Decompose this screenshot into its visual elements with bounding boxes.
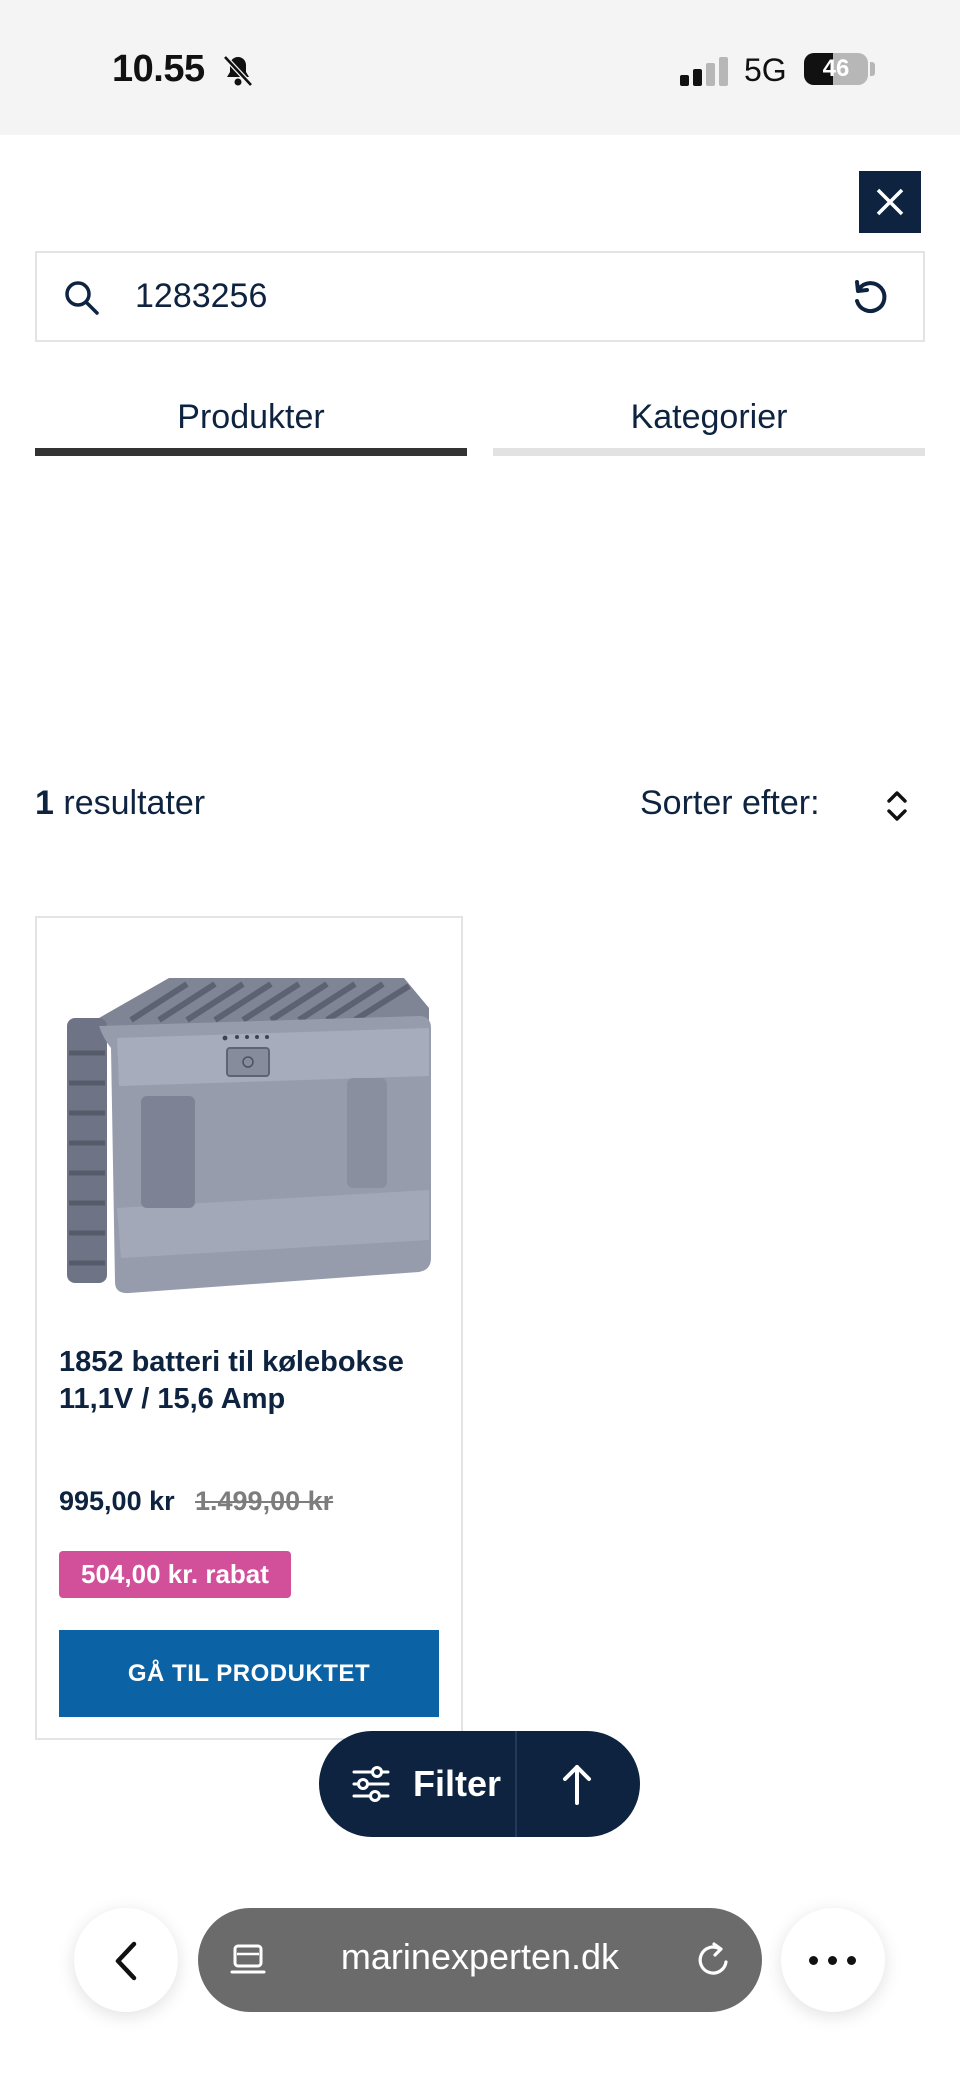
- filter-label: Filter: [413, 1763, 502, 1804]
- sort-chevrons-icon[interactable]: [882, 788, 912, 824]
- tab-label: Produkter: [177, 398, 325, 436]
- search-value[interactable]: 1283256: [135, 277, 267, 316]
- battery-tip: [870, 62, 875, 76]
- url-text[interactable]: marinexperten.dk: [198, 1936, 762, 1978]
- filter-button[interactable]: Filter: [319, 1731, 515, 1837]
- more-dot: [847, 1956, 856, 1965]
- search-icon: [65, 281, 99, 315]
- tab-label: Kategorier: [630, 398, 788, 436]
- status-bar: 10.55 5G 46: [0, 0, 960, 135]
- bell-muted-icon: [223, 55, 253, 87]
- reset-icon[interactable]: [849, 277, 891, 319]
- floating-action-bar: Filter: [319, 1731, 640, 1837]
- product-image[interactable]: [59, 958, 441, 1318]
- product-old-price: 1.499,00 kr: [195, 1486, 334, 1516]
- sort-label[interactable]: Sorter efter:: [640, 784, 820, 823]
- product-card[interactable]: 1852 batteri til kølebokse 11,1V / 15,6 …: [35, 916, 463, 1740]
- results-count: 1 resultater: [35, 784, 205, 823]
- browser-back-button[interactable]: [74, 1908, 178, 2012]
- product-title[interactable]: 1852 batteri til kølebokse 11,1V / 15,6 …: [59, 1344, 449, 1418]
- close-icon: [876, 188, 904, 216]
- tab-produkter[interactable]: Produkter: [35, 398, 467, 456]
- product-price: 995,00 kr: [59, 1486, 175, 1516]
- go-to-product-button[interactable]: GÅ TIL PRODUKTET: [59, 1630, 439, 1717]
- arrow-up-icon: [563, 1765, 591, 1805]
- signal-icon: [680, 56, 730, 86]
- address-bar[interactable]: marinexperten.dk: [198, 1908, 762, 2012]
- reload-icon[interactable]: [694, 1940, 734, 1980]
- tab-kategorier[interactable]: Kategorier: [493, 398, 925, 456]
- search-input[interactable]: 1283256: [35, 251, 925, 342]
- battery-icon: 46: [804, 53, 868, 85]
- battery-percent: 46: [822, 55, 850, 82]
- more-dot: [828, 1956, 837, 1965]
- discount-badge: 504,00 kr. rabat: [59, 1551, 291, 1598]
- results-number: 1: [35, 784, 54, 822]
- status-time: 10.55: [112, 48, 205, 90]
- sliders-icon: [352, 1766, 390, 1802]
- close-button[interactable]: [859, 171, 921, 233]
- results-label: resultater: [63, 784, 206, 822]
- network-label: 5G: [744, 52, 787, 88]
- more-dot: [809, 1956, 818, 1965]
- tab-indicator: [493, 448, 925, 456]
- tab-indicator-active: [35, 448, 467, 456]
- scroll-to-top-button[interactable]: [517, 1731, 640, 1837]
- chevron-left-icon: [115, 1941, 137, 1981]
- more-options-button[interactable]: [781, 1908, 885, 2012]
